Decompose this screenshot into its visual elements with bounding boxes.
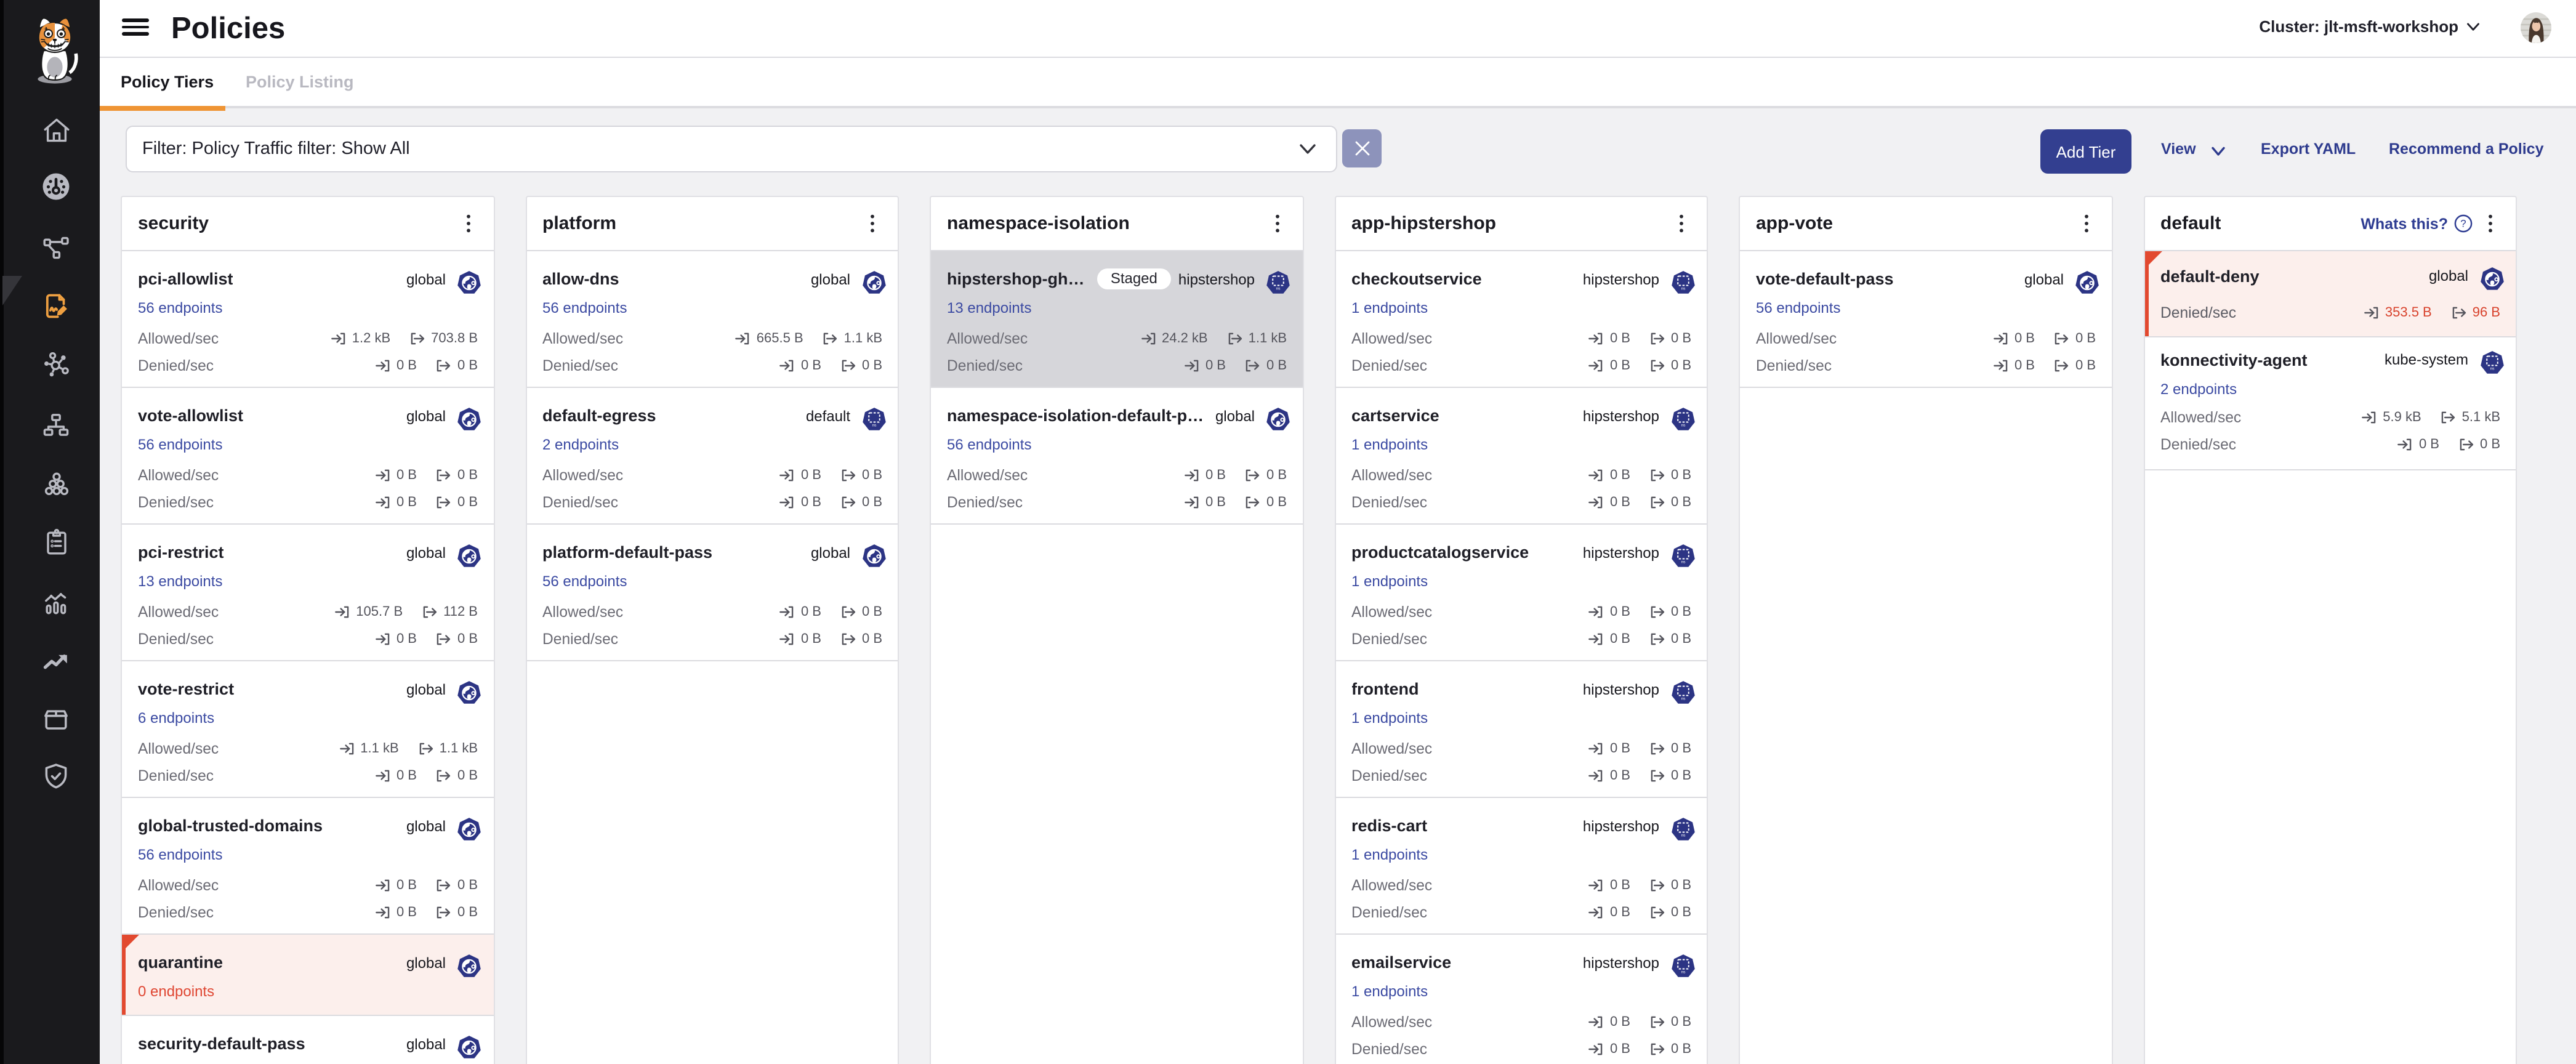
svg-text:ns: ns [1680, 286, 1685, 291]
svg-text:ns: ns [1680, 423, 1685, 427]
svg-text:?: ? [2460, 218, 2466, 230]
svg-text:ns: ns [1680, 696, 1685, 701]
svg-text:ns: ns [1276, 286, 1281, 291]
svg-text:ns: ns [871, 423, 876, 427]
svg-text:ns: ns [1680, 833, 1685, 837]
svg-text:ns: ns [1680, 970, 1685, 974]
svg-text:ns: ns [2489, 367, 2494, 371]
svg-text:ns: ns [1680, 560, 1685, 564]
